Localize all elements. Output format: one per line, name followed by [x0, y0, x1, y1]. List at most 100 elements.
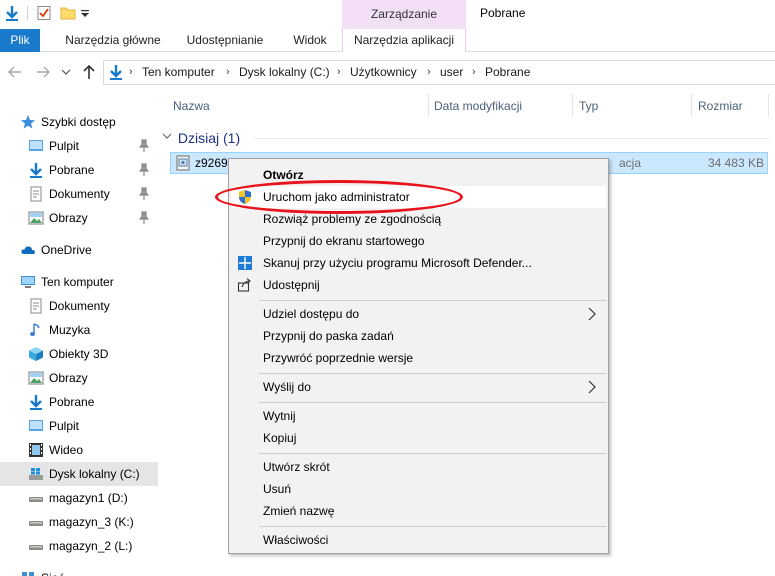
menu-item-restore-previous-versions[interactable]: Przywróć poprzednie wersje [231, 347, 606, 369]
nav-item-label: Pobrane [49, 163, 95, 177]
nav-item-downloads[interactable]: Pobrane [0, 158, 158, 182]
drive-icon [28, 538, 44, 554]
address-bar[interactable]: › Ten komputer › Dysk lokalny (C:) › Uży… [103, 60, 775, 85]
menu-item-label: Uruchom jako administrator [263, 190, 410, 204]
menu-item-pin-to-taskbar[interactable]: Przypnij do paska zadań [231, 325, 606, 347]
breadcrumb-users[interactable]: Użytkownicy [350, 61, 417, 84]
menu-separator [259, 300, 606, 301]
column-divider[interactable] [691, 94, 692, 118]
nav-item-quick-access[interactable]: Szybki dostęp [0, 110, 158, 134]
nav-item-this-pc[interactable]: Ten komputer [0, 270, 158, 294]
context-menu: Otwórz Uruchom jako administrator Rozwią… [228, 158, 609, 554]
download-arrow-icon[interactable] [4, 5, 20, 21]
nav-item-local-disk-c[interactable]: Dysk lokalny (C:) [0, 462, 158, 486]
column-divider[interactable] [768, 94, 769, 118]
menu-item-open[interactable]: Otwórz [231, 164, 606, 186]
menu-item-label: Właściwości [263, 533, 329, 547]
chevron-right-icon [588, 380, 596, 394]
nav-item-pictures[interactable]: Obrazy [0, 206, 158, 230]
download-arrow-icon [108, 64, 124, 80]
chevron-down-icon[interactable] [162, 129, 174, 149]
pictures-folder-icon [28, 370, 44, 386]
nav-item-drive-k[interactable]: magazyn_3 (K:) [0, 510, 158, 534]
menu-item-properties[interactable]: Właściwości [231, 529, 606, 551]
breadcrumb-local-disk[interactable]: Dysk lokalny (C:) [239, 61, 330, 84]
nav-item-videos[interactable]: Wideo [0, 438, 158, 462]
menu-item-run-as-administrator[interactable]: Uruchom jako administrator [231, 186, 606, 208]
nav-item-drive-l[interactable]: magazyn_2 (L:) [0, 534, 158, 558]
breadcrumb-this-pc[interactable]: Ten komputer [142, 61, 215, 84]
nav-item-onedrive[interactable]: OneDrive [0, 238, 158, 262]
desktop-folder-icon [28, 418, 44, 434]
up-arrow-icon[interactable] [80, 63, 98, 81]
nav-item-pictures-pc[interactable]: Obrazy [0, 366, 158, 390]
column-divider[interactable] [428, 94, 429, 118]
menu-item-label: Udziel dostępu do [263, 307, 360, 321]
column-divider[interactable] [572, 94, 573, 118]
column-header-date-modified[interactable]: Data modyfikacji [434, 92, 522, 120]
nav-item-documents-pc[interactable]: Dokumenty [0, 294, 158, 318]
breadcrumb-downloads[interactable]: Pobrane [485, 61, 530, 84]
menu-item-copy[interactable]: Kopiuj [231, 427, 606, 449]
forward-arrow-icon[interactable] [34, 63, 52, 81]
nav-item-3d-objects[interactable]: Obiekty 3D [0, 342, 158, 366]
column-header-type[interactable]: Typ [579, 92, 598, 120]
column-header-size[interactable]: Rozmiar [698, 92, 743, 120]
tab-file[interactable]: Plik [0, 29, 40, 52]
menu-item-troubleshoot-compatibility[interactable]: Rozwiąż problemy ze zgodnością [231, 208, 606, 230]
nav-item-music[interactable]: Muzyka [0, 318, 158, 342]
tab-home[interactable]: Narzędzia główne [54, 29, 172, 52]
menu-item-give-access-to[interactable]: Udziel dostępu do [231, 303, 606, 325]
recent-locations-chevron-icon[interactable] [60, 63, 72, 81]
menu-item-label: Udostępnij [263, 278, 320, 292]
menu-item-label: Usuń [263, 482, 292, 496]
pin-icon[interactable] [138, 211, 150, 225]
nav-item-label: Muzyka [49, 323, 91, 337]
computer-icon [20, 274, 36, 290]
nav-item-desktop-pc[interactable]: Pulpit [0, 414, 158, 438]
nav-item-label: Pulpit [49, 139, 80, 153]
group-header-today[interactable]: Dzisiaj (1) [162, 128, 240, 148]
menu-item-send-to[interactable]: Wyślij do [231, 376, 606, 398]
toolbar-divider [27, 6, 28, 20]
back-arrow-icon[interactable] [6, 63, 24, 81]
menu-item-label: Wyślij do [263, 380, 311, 394]
nav-item-label: Ten komputer [41, 275, 114, 289]
breadcrumb-user[interactable]: user [440, 61, 463, 84]
new-folder-icon[interactable] [60, 5, 76, 21]
nav-item-drive-d[interactable]: magazyn1 (D:) [0, 486, 158, 510]
nav-item-downloads-pc[interactable]: Pobrane [0, 390, 158, 414]
nav-item-desktop[interactable]: Pulpit [0, 134, 158, 158]
menu-item-label: Wytnij [263, 409, 296, 423]
film-icon [28, 442, 44, 458]
pin-icon[interactable] [138, 187, 150, 201]
menu-item-scan-with-defender[interactable]: Skanuj przy użyciu programu Microsoft De… [231, 252, 606, 274]
pin-icon[interactable] [138, 163, 150, 177]
documents-folder-icon [28, 298, 44, 314]
tab-share[interactable]: Udostępnianie [180, 29, 270, 52]
menu-item-create-shortcut[interactable]: Utwórz skrót [231, 456, 606, 478]
menu-item-label: Skanuj przy użyciu programu Microsoft De… [263, 256, 532, 270]
nav-item-label: Wideo [49, 443, 84, 457]
menu-item-pin-to-start[interactable]: Przypnij do ekranu startowego [231, 230, 606, 252]
pin-icon[interactable] [138, 139, 150, 153]
tab-application-tools[interactable]: Narzędzia aplikacji [342, 29, 466, 52]
properties-icon[interactable] [36, 5, 52, 21]
menu-item-share[interactable]: Udostępnij [231, 274, 606, 296]
menu-item-label: Przypnij do paska zadań [263, 329, 394, 343]
nav-item-network[interactable]: Sieć [0, 566, 158, 576]
menu-item-cut[interactable]: Wytnij [231, 405, 606, 427]
menu-separator [259, 402, 606, 403]
menu-item-delete[interactable]: Usuń [231, 478, 606, 500]
nav-item-label: Sieć [41, 566, 64, 576]
column-header-name[interactable]: Nazwa [173, 92, 210, 120]
customize-quick-access-icon[interactable] [80, 8, 90, 18]
nav-item-documents[interactable]: Dokumenty [0, 182, 158, 206]
menu-item-label: Zmień nazwę [263, 504, 335, 518]
menu-item-rename[interactable]: Zmień nazwę [231, 500, 606, 522]
group-label: Dzisiaj (1) [177, 130, 241, 146]
tab-view[interactable]: Widok [282, 29, 338, 52]
nav-item-label: magazyn_2 (L:) [49, 539, 133, 553]
breadcrumb-separator: › [427, 66, 431, 78]
nav-item-label: magazyn_3 (K:) [49, 515, 134, 529]
